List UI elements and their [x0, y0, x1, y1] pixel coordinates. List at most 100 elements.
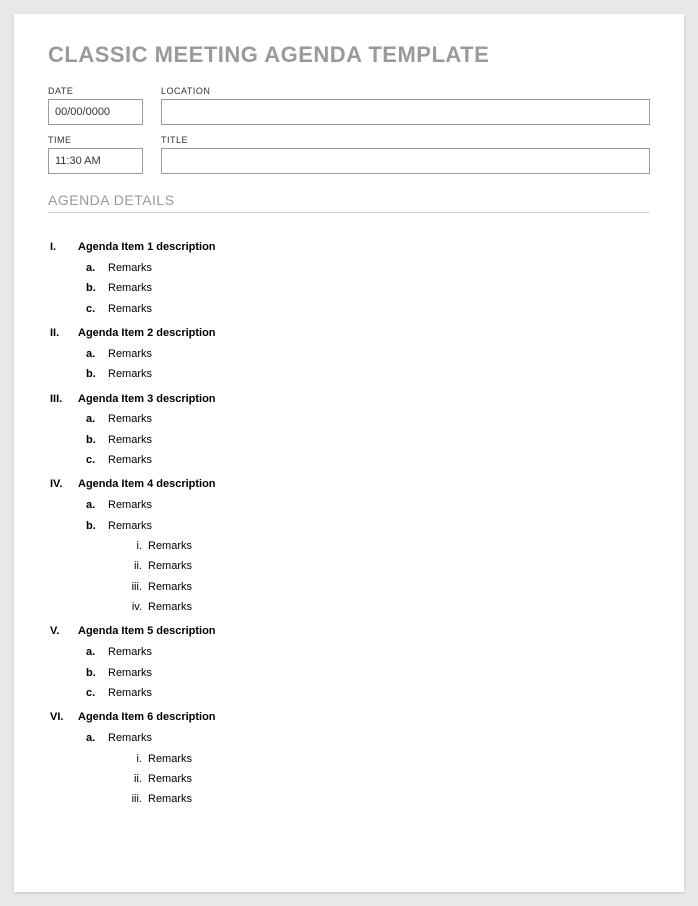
agenda-remark-label: Remarks — [108, 258, 152, 278]
agenda-item: I.Agenda Item 1 descriptiona.Remarksb.Re… — [48, 237, 650, 319]
agenda-sub-remark-label: Remarks — [148, 769, 192, 789]
agenda-sub-remark-label: Remarks — [148, 597, 192, 617]
agenda-remark-label: Remarks — [108, 278, 152, 298]
title-label: TITLE — [161, 135, 650, 145]
time-input[interactable] — [48, 148, 143, 174]
agenda-remark-label: Remarks — [108, 450, 152, 470]
agenda-remark: c.Remarks — [48, 299, 650, 319]
agenda-sub-remark-label: Remarks — [148, 789, 192, 809]
agenda-remark: c.Remarks — [48, 683, 650, 703]
agenda-remark-number: a. — [86, 495, 108, 515]
agenda-remark: a.Remarks — [48, 409, 650, 429]
agenda-sub-remark: i.Remarks — [48, 536, 650, 556]
agenda-sub-remark: ii.Remarks — [48, 556, 650, 576]
agenda-item-heading: VI.Agenda Item 6 description — [48, 707, 650, 728]
agenda-sub-remark-label: Remarks — [148, 536, 192, 556]
agenda-item: II.Agenda Item 2 descriptiona.Remarksb.R… — [48, 323, 650, 385]
agenda-sub-remark-number: ii. — [124, 556, 148, 576]
agenda-item-label: Agenda Item 5 description — [78, 621, 216, 642]
agenda-item-number: IV. — [48, 474, 78, 495]
page-title: CLASSIC MEETING AGENDA TEMPLATE — [48, 42, 650, 68]
agenda-remark: a.Remarks — [48, 495, 650, 515]
agenda-remark: a.Remarks — [48, 344, 650, 364]
agenda-sub-remark: i.Remarks — [48, 749, 650, 769]
agenda-sub-remark-label: Remarks — [148, 577, 192, 597]
field-row-2: TIME TITLE — [48, 135, 650, 174]
agenda-item: III.Agenda Item 3 descriptiona.Remarksb.… — [48, 389, 650, 471]
agenda-remark-number: a. — [86, 409, 108, 429]
agenda-sub-remark-label: Remarks — [148, 749, 192, 769]
agenda-item-heading: I.Agenda Item 1 description — [48, 237, 650, 258]
location-input[interactable] — [161, 99, 650, 125]
agenda-remark-label: Remarks — [108, 299, 152, 319]
agenda-remark-label: Remarks — [108, 430, 152, 450]
agenda-remark: b.Remarks — [48, 364, 650, 384]
agenda-remark-number: c. — [86, 683, 108, 703]
agenda-remark-number: b. — [86, 516, 108, 536]
agenda-remark: a.Remarks — [48, 258, 650, 278]
date-field-group: DATE — [48, 86, 143, 125]
agenda-sub-remark: iii.Remarks — [48, 789, 650, 809]
agenda-item: VI.Agenda Item 6 descriptiona.Remarksi.R… — [48, 707, 650, 809]
agenda-item: IV.Agenda Item 4 descriptiona.Remarksb.R… — [48, 474, 650, 617]
agenda-remark-number: b. — [86, 430, 108, 450]
agenda-remark: b.Remarks — [48, 278, 650, 298]
agenda-sub-remark-number: iv. — [124, 597, 148, 617]
agenda-remark: b.Remarks — [48, 516, 650, 536]
agenda-item-label: Agenda Item 1 description — [78, 237, 216, 258]
agenda-remark-number: a. — [86, 344, 108, 364]
time-label: TIME — [48, 135, 143, 145]
agenda-remark-number: a. — [86, 258, 108, 278]
agenda-sub-remark-number: iii. — [124, 789, 148, 809]
agenda-sub-remark-label: Remarks — [148, 556, 192, 576]
agenda-remark: b.Remarks — [48, 430, 650, 450]
field-row-1: DATE LOCATION — [48, 86, 650, 125]
agenda-item-label: Agenda Item 2 description — [78, 323, 216, 344]
agenda-remark-number: a. — [86, 642, 108, 662]
agenda-item-label: Agenda Item 6 description — [78, 707, 216, 728]
agenda-remark-number: b. — [86, 278, 108, 298]
agenda-remark: a.Remarks — [48, 728, 650, 748]
date-input[interactable] — [48, 99, 143, 125]
agenda-sub-remark-number: iii. — [124, 577, 148, 597]
agenda-remark-label: Remarks — [108, 516, 152, 536]
agenda-item-number: VI. — [48, 707, 78, 728]
agenda-item: V.Agenda Item 5 descriptiona.Remarksb.Re… — [48, 621, 650, 703]
agenda-remark-label: Remarks — [108, 495, 152, 515]
agenda-item-number: II. — [48, 323, 78, 344]
agenda-item-heading: III.Agenda Item 3 description — [48, 389, 650, 410]
agenda-sub-remark-number: i. — [124, 749, 148, 769]
agenda-remark-number: a. — [86, 728, 108, 748]
title-field-group: TITLE — [161, 135, 650, 174]
agenda-item-heading: II.Agenda Item 2 description — [48, 323, 650, 344]
agenda-remark-label: Remarks — [108, 642, 152, 662]
agenda-remark: a.Remarks — [48, 642, 650, 662]
agenda-remark-number: b. — [86, 663, 108, 683]
agenda-remark-number: c. — [86, 299, 108, 319]
agenda-remark: b.Remarks — [48, 663, 650, 683]
time-field-group: TIME — [48, 135, 143, 174]
date-label: DATE — [48, 86, 143, 96]
agenda-item-number: III. — [48, 389, 78, 410]
agenda-list: I.Agenda Item 1 descriptiona.Remarksb.Re… — [48, 237, 650, 810]
agenda-remark-label: Remarks — [108, 683, 152, 703]
agenda-item-heading: V.Agenda Item 5 description — [48, 621, 650, 642]
agenda-remark-label: Remarks — [108, 364, 152, 384]
title-input[interactable] — [161, 148, 650, 174]
agenda-remark-label: Remarks — [108, 409, 152, 429]
agenda-sub-remark-number: ii. — [124, 769, 148, 789]
agenda-item-label: Agenda Item 3 description — [78, 389, 216, 410]
agenda-remark-label: Remarks — [108, 344, 152, 364]
agenda-sub-remark: ii.Remarks — [48, 769, 650, 789]
agenda-sub-remark-number: i. — [124, 536, 148, 556]
agenda-item-number: V. — [48, 621, 78, 642]
document-page: CLASSIC MEETING AGENDA TEMPLATE DATE LOC… — [14, 14, 684, 892]
agenda-item-label: Agenda Item 4 description — [78, 474, 216, 495]
agenda-item-heading: IV.Agenda Item 4 description — [48, 474, 650, 495]
location-field-group: LOCATION — [161, 86, 650, 125]
agenda-item-number: I. — [48, 237, 78, 258]
agenda-remark: c.Remarks — [48, 450, 650, 470]
agenda-remark-label: Remarks — [108, 728, 152, 748]
location-label: LOCATION — [161, 86, 650, 96]
agenda-sub-remark: iv.Remarks — [48, 597, 650, 617]
